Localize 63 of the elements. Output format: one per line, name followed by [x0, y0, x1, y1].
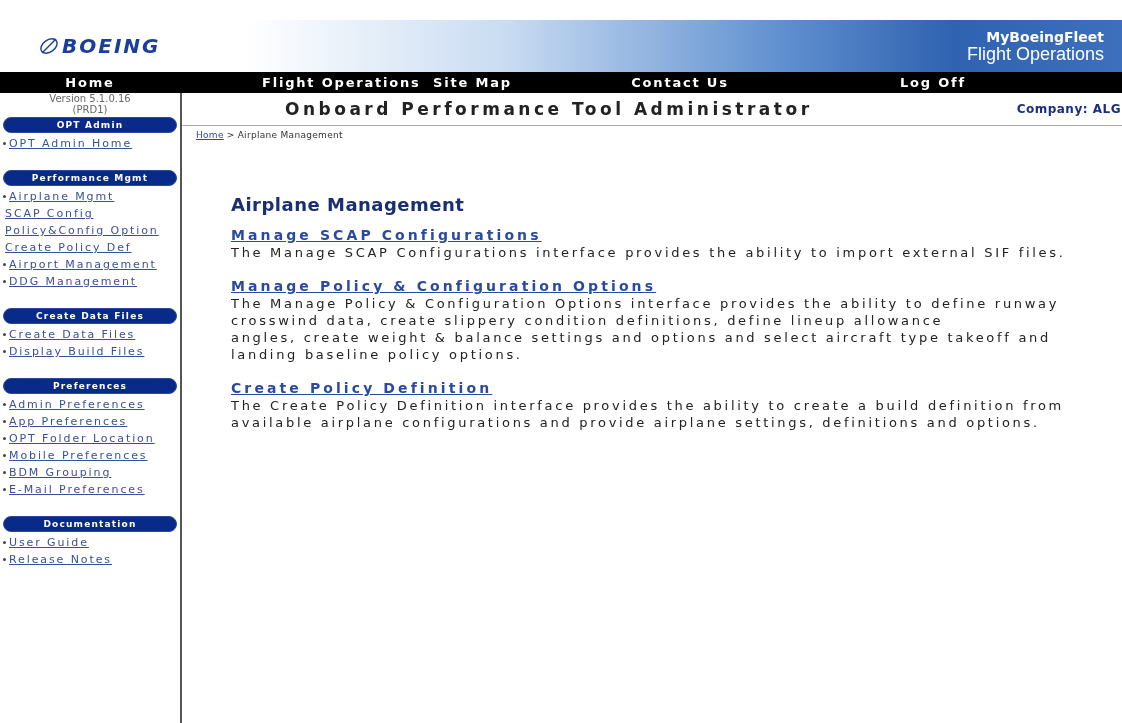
nav-link[interactable]: Flight Operations	[262, 75, 421, 90]
portal-section: Flight Operations	[966, 45, 1104, 63]
section-link[interactable]: Create Policy Definition	[231, 380, 493, 397]
description-line: The Create Policy Definition interface provides the ability to create a build definition from	[231, 397, 1065, 414]
bullet-icon	[3, 420, 6, 423]
sidebar-link[interactable]: Policy&Config Option	[0, 222, 180, 239]
bullet-icon	[3, 558, 6, 561]
nav-link[interactable]: Site Map	[433, 75, 512, 90]
sidebar-heading: Documentation	[3, 516, 177, 532]
bullet-icon	[3, 541, 6, 544]
sidebar-heading: Create Data Files	[3, 308, 177, 324]
nav-link[interactable]: Home	[65, 75, 115, 90]
sidebar-link[interactable]: OPT Folder Location	[6, 430, 155, 447]
description-line: available airplane configurations and provide airplane settings, definitions and options.	[231, 414, 1041, 431]
bullet-icon	[3, 333, 6, 336]
bullet-icon	[3, 142, 6, 145]
build-text: (PRD1)	[71, 104, 109, 115]
portal-name: MyBoeingFleet	[986, 29, 1104, 45]
bullet-icon	[3, 488, 6, 491]
breadcrumb-current: Airplane Management	[237, 130, 343, 140]
section-link[interactable]: Manage Policy & Configuration Options	[231, 278, 657, 295]
nav-link[interactable]: Contact Us	[631, 75, 729, 90]
bullet-icon	[3, 471, 6, 474]
version-text: Version 5.1.0.16	[48, 93, 132, 104]
bullet-icon	[3, 263, 6, 266]
description-line: landing baseline policy options.	[231, 346, 524, 363]
sidebar-heading: Preferences	[3, 378, 177, 394]
sidebar-link[interactable]: Admin Preferences	[6, 396, 145, 413]
sidebar-link[interactable]: Display Build Files	[6, 343, 145, 360]
sidebar-link[interactable]: Release Notes	[6, 551, 112, 568]
page-title: Onboard Performance Tool Administrator	[285, 99, 813, 119]
bullet-icon	[3, 280, 6, 283]
description-line: crosswind data, create slippery condition definitions, define lineup allowance	[231, 312, 945, 329]
bullet-icon	[3, 437, 6, 440]
sidebar-link[interactable]: DDG Management	[6, 273, 138, 290]
section-link[interactable]: Manage SCAP Configurations	[231, 227, 542, 244]
description-line: angles, create weight & balance settings and options and select aircraft type takeoff and	[231, 329, 1052, 346]
sidebar-link[interactable]: Mobile Preferences	[6, 447, 148, 464]
section-heading: Airplane Management	[231, 194, 466, 215]
sidebar-link[interactable]: Create Data Files	[6, 326, 136, 343]
sidebar-link[interactable]: Airplane Mgmt	[6, 188, 115, 205]
sidebar-link[interactable]: App Preferences	[6, 413, 128, 430]
breadcrumb-separator: >	[226, 130, 235, 140]
sidebar-heading: Performance Mgmt	[3, 170, 177, 186]
sidebar-link[interactable]: User Guide	[6, 534, 89, 551]
description-line: The Manage SCAP Configurations interface provides the ability to import external SIF files.	[231, 244, 1067, 261]
bullet-icon	[3, 350, 6, 353]
company-label: Company: ALG	[1016, 102, 1121, 116]
nav-link[interactable]: Log Off	[900, 75, 966, 90]
sidebar-link[interactable]: E-Mail Preferences	[6, 481, 145, 498]
sidebar-link[interactable]: BDM Grouping	[6, 464, 112, 481]
sidebar-link[interactable]: Create Policy Def	[0, 239, 180, 256]
description-line: The Manage Policy & Configuration Options interface provides the ability to define runway	[231, 295, 1061, 312]
sidebar-link[interactable]: SCAP Config	[0, 205, 180, 222]
bullet-icon	[3, 195, 6, 198]
bullet-icon	[3, 454, 6, 457]
sidebar-heading: OPT Admin	[3, 117, 177, 133]
sidebar-link[interactable]: OPT Admin Home	[6, 135, 133, 152]
breadcrumb-link[interactable]: Home	[196, 130, 224, 140]
bullet-icon	[3, 403, 6, 406]
logo-icon	[38, 35, 60, 57]
sidebar-link[interactable]: Airport Management	[6, 256, 157, 273]
logo-text: BOEING	[62, 34, 161, 58]
